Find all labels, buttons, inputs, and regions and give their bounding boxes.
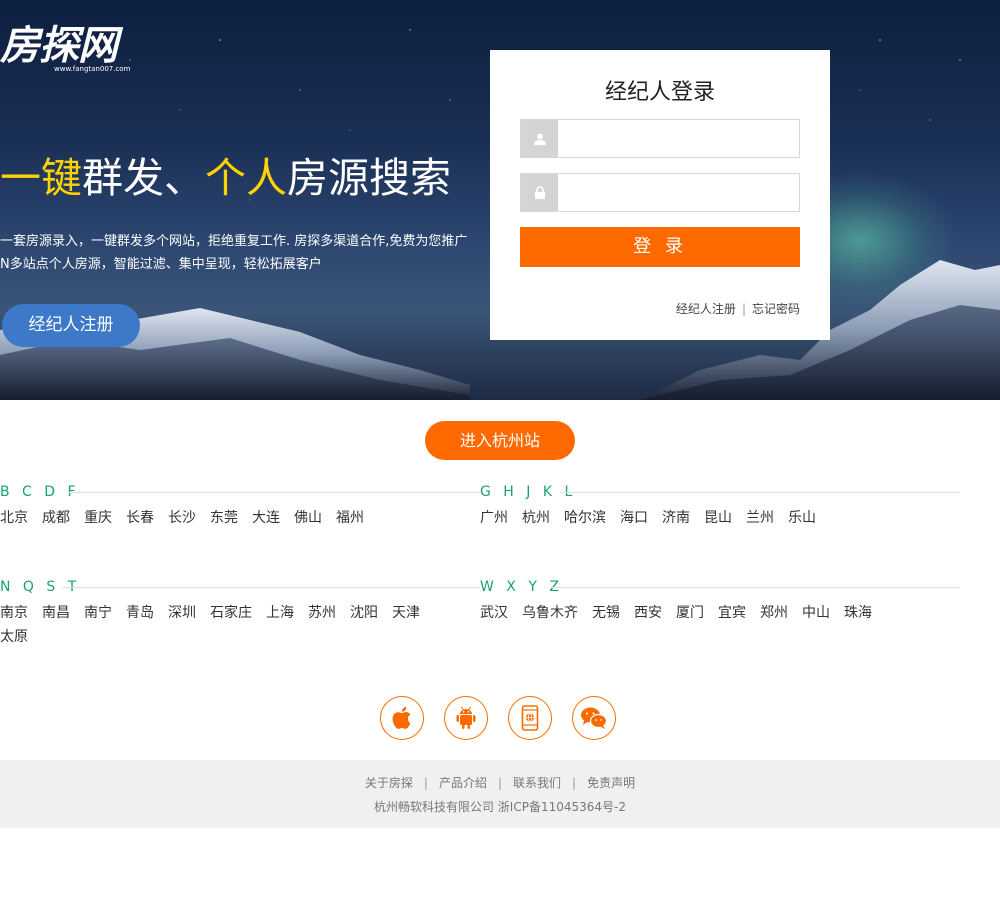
- logo-text: 房探网: [0, 22, 118, 69]
- city-link[interactable]: 郑州: [760, 601, 788, 625]
- city-link[interactable]: 南宁: [84, 601, 112, 625]
- city-link[interactable]: 乌鲁木齐: [522, 601, 578, 625]
- city-link[interactable]: 海口: [620, 506, 648, 530]
- mobile-web-icon[interactable]: [508, 696, 552, 740]
- city-link[interactable]: 福州: [336, 506, 364, 530]
- city-link[interactable]: 苏州: [308, 601, 336, 625]
- login-title: 经纪人登录: [604, 80, 715, 105]
- footer-link-contact[interactable]: 联系我们: [513, 776, 561, 790]
- city-list: 南京 南昌 南宁 青岛 深圳 石家庄 上海 苏州 沈阳 天津太原: [0, 601, 470, 649]
- login-links: 经纪人注册 | 忘记密码: [676, 300, 800, 317]
- city-link[interactable]: 天津: [392, 601, 420, 625]
- city-group-ghjkl: G H J K L 广州 杭州 哈尔滨 海口 济南 昆山 兰州 乐山: [480, 482, 960, 526]
- city-link[interactable]: 东莞: [210, 506, 238, 530]
- slogan-part-4: 房源搜索: [287, 154, 451, 202]
- logo-url: www.fangtan007.com: [54, 65, 131, 73]
- slogan-highlight-2: 个人: [205, 154, 287, 202]
- footer-link-about[interactable]: 关于房探: [365, 776, 413, 790]
- city-link[interactable]: 北京: [0, 506, 28, 530]
- login-links-separator: |: [741, 302, 746, 316]
- city-link[interactable]: 深圳: [168, 601, 196, 625]
- username-field[interactable]: [520, 119, 800, 158]
- city-link[interactable]: 广州: [480, 506, 508, 530]
- password-field[interactable]: [520, 173, 800, 212]
- city-link[interactable]: 昆山: [704, 506, 732, 530]
- city-link[interactable]: 南昌: [42, 601, 70, 625]
- city-link[interactable]: 大连: [252, 506, 280, 530]
- site-footer: 关于房探 | 产品介绍 | 联系我们 | 免责声明 杭州畅软科技有限公司 浙ICP备1104…: [0, 760, 1000, 828]
- city-group-wxyz: W X Y Z 武汉 乌鲁木齐 无锡 西安 厦门 宜宾 郑州 中山 珠海: [480, 577, 960, 621]
- city-link[interactable]: 珠海: [844, 601, 872, 625]
- city-list: 北京 成都 重庆 长春 长沙 东莞 大连 佛山 福州: [0, 506, 470, 530]
- city-link[interactable]: 厦门: [676, 601, 704, 625]
- city-link[interactable]: 沈阳: [350, 601, 378, 625]
- city-link[interactable]: 长沙: [168, 506, 196, 530]
- city-link[interactable]: 武汉: [480, 601, 508, 625]
- city-link[interactable]: 宜宾: [718, 601, 746, 625]
- hero-description-line-2: N多站点个人房源，智能过滤、集中呈现，轻松拓展客户: [0, 257, 322, 272]
- app-download-icons: [380, 696, 620, 740]
- footer-links: 关于房探 | 产品介绍 | 联系我们 | 免责声明: [0, 774, 1000, 792]
- city-link[interactable]: 无锡: [592, 601, 620, 625]
- enter-hangzhou-button[interactable]: 进入杭州站: [425, 421, 575, 460]
- city-link[interactable]: 乐山: [788, 506, 816, 530]
- hero-description: 一套房源录入，一键群发多个网站，拒绝重复工作. 房探多渠道合作,免费为您推广 N…: [0, 230, 495, 276]
- city-link[interactable]: 长春: [126, 506, 154, 530]
- city-link[interactable]: 青岛: [126, 601, 154, 625]
- city-link[interactable]: 上海: [266, 601, 294, 625]
- site-logo[interactable]: 房探网 www.fangtan007.com: [0, 26, 160, 76]
- city-link[interactable]: 中山: [802, 601, 830, 625]
- city-link[interactable]: 太原: [0, 625, 28, 649]
- username-input[interactable]: [558, 120, 799, 157]
- lock-icon: [521, 174, 558, 211]
- agent-register-button[interactable]: 经纪人注册: [2, 304, 140, 347]
- apple-icon[interactable]: [380, 696, 424, 740]
- city-link[interactable]: 杭州: [522, 506, 550, 530]
- footer-separator: |: [572, 776, 577, 790]
- footer-link-products[interactable]: 产品介绍: [439, 776, 487, 790]
- divider: [62, 587, 480, 588]
- footer-separator: |: [497, 776, 503, 790]
- android-icon[interactable]: [444, 696, 488, 740]
- city-link[interactable]: 佛山: [294, 506, 322, 530]
- slogan-highlight-1: 一键: [0, 154, 82, 202]
- wechat-icon[interactable]: [572, 696, 616, 740]
- city-link[interactable]: 哈尔滨: [564, 506, 606, 530]
- city-link[interactable]: 南京: [0, 601, 28, 625]
- city-link[interactable]: 重庆: [84, 506, 112, 530]
- user-icon: [521, 120, 558, 157]
- city-link[interactable]: 西安: [634, 601, 662, 625]
- divider: [560, 492, 960, 493]
- login-panel: 经纪人登录 登 录 经纪人注册 | 忘记密码: [490, 50, 830, 340]
- hero-description-line-1: 一套房源录入，一键群发多个网站，拒绝重复工作. 房探多渠道合作,免费为您推广: [0, 234, 468, 249]
- divider: [68, 492, 480, 493]
- login-register-link[interactable]: 经纪人注册: [676, 302, 736, 316]
- password-input[interactable]: [558, 174, 799, 211]
- city-group-letters: W X Y Z: [480, 579, 563, 595]
- city-list: 广州 杭州 哈尔滨 海口 济南 昆山 兰州 乐山: [480, 506, 950, 530]
- hero-slogan: 一键群发、个人房源搜索: [0, 153, 451, 203]
- footer-copyright: 杭州畅软科技有限公司 浙ICP备11045364号-2: [373, 800, 626, 814]
- footer-separator: |: [423, 776, 428, 790]
- city-link[interactable]: 成都: [42, 506, 70, 530]
- forgot-password-link[interactable]: 忘记密码: [752, 302, 800, 316]
- login-button[interactable]: 登 录: [520, 227, 800, 267]
- city-link[interactable]: 石家庄: [210, 601, 252, 625]
- slogan-part-2: 群发、: [82, 154, 205, 202]
- city-link[interactable]: 济南: [662, 506, 690, 530]
- city-group-nqst: N Q S T 南京 南昌 南宁 青岛 深圳 石家庄 上海 苏州 沈阳 天津太原: [0, 577, 480, 645]
- divider: [552, 587, 960, 588]
- city-group-bcdf: B C D F 北京 成都 重庆 长春 长沙 东莞 大连 佛山 福州: [0, 482, 480, 526]
- city-link[interactable]: 兰州: [746, 506, 774, 530]
- city-list: 武汉 乌鲁木齐 无锡 西安 厦门 宜宾 郑州 中山 珠海: [480, 601, 950, 625]
- footer-link-disclaimer[interactable]: 免责声明: [587, 776, 635, 790]
